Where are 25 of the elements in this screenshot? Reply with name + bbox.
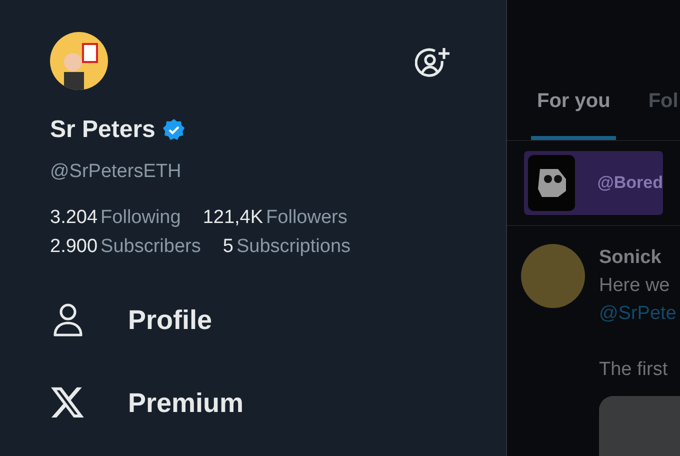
- stat-label: Subscribers: [100, 236, 201, 256]
- stat-value: 121,4K: [202, 206, 264, 228]
- person-icon: [52, 303, 84, 337]
- promo-banner[interactable]: @Bored: [524, 151, 663, 215]
- post-text: The first: [599, 358, 669, 382]
- post-author: Sonick: [599, 246, 662, 270]
- profile-name: Sr Peters: [50, 115, 156, 145]
- stat-link[interactable]: 2.900 Subscribers: [50, 236, 201, 256]
- stat-label: Subscriptions: [236, 236, 351, 256]
- stat-value: 2.900: [50, 236, 98, 256]
- post-text: Here we: [599, 274, 671, 298]
- stat-link[interactable]: 5 Subscriptions: [222, 236, 351, 256]
- feed-tab[interactable]: For you: [531, 86, 616, 140]
- stat-link[interactable]: 121,4K Followers: [202, 206, 348, 228]
- menu-item[interactable]: Premium: [50, 386, 456, 420]
- add-account-icon[interactable]: [415, 46, 451, 80]
- stat-label: Following: [100, 206, 181, 228]
- stat-label: Followers: [266, 206, 348, 228]
- banner-handle: @Bored: [597, 172, 663, 194]
- menu-item[interactable]: Profile: [50, 302, 456, 338]
- x-logo-icon: [51, 387, 85, 419]
- stat-value: 3.204: [50, 206, 98, 228]
- stat-value: 5: [222, 236, 234, 256]
- profile-handle: @SrPetersETH: [50, 160, 182, 184]
- stat-link[interactable]: 3.204 Following: [50, 206, 181, 228]
